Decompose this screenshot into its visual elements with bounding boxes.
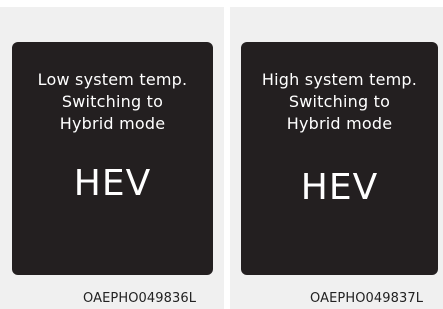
figure-code-right: OAEPHO049837L bbox=[310, 291, 424, 306]
warning-message: High system temp. Switching to Hybrid mo… bbox=[241, 69, 438, 135]
message-line-1: Low system temp. bbox=[37, 70, 188, 89]
mode-indicator: HEV bbox=[300, 167, 379, 208]
mode-indicator: HEV bbox=[73, 163, 152, 204]
panel-low-temp: Low system temp. Switching to Hybrid mod… bbox=[0, 7, 224, 309]
message-line-3: Hybrid mode bbox=[286, 114, 393, 133]
message-line-1: High system temp. bbox=[261, 70, 418, 89]
warning-message: Low system temp. Switching to Hybrid mod… bbox=[12, 69, 213, 135]
cluster-display-high-temp: High system temp. Switching to Hybrid mo… bbox=[241, 42, 438, 275]
cluster-display-low-temp: Low system temp. Switching to Hybrid mod… bbox=[12, 42, 213, 275]
figure-code-left: OAEPHO049836L bbox=[83, 291, 197, 306]
message-line-2: Switching to bbox=[61, 92, 164, 111]
panel-high-temp: High system temp. Switching to Hybrid mo… bbox=[230, 7, 443, 309]
message-line-2: Switching to bbox=[288, 92, 391, 111]
message-line-3: Hybrid mode bbox=[59, 114, 166, 133]
